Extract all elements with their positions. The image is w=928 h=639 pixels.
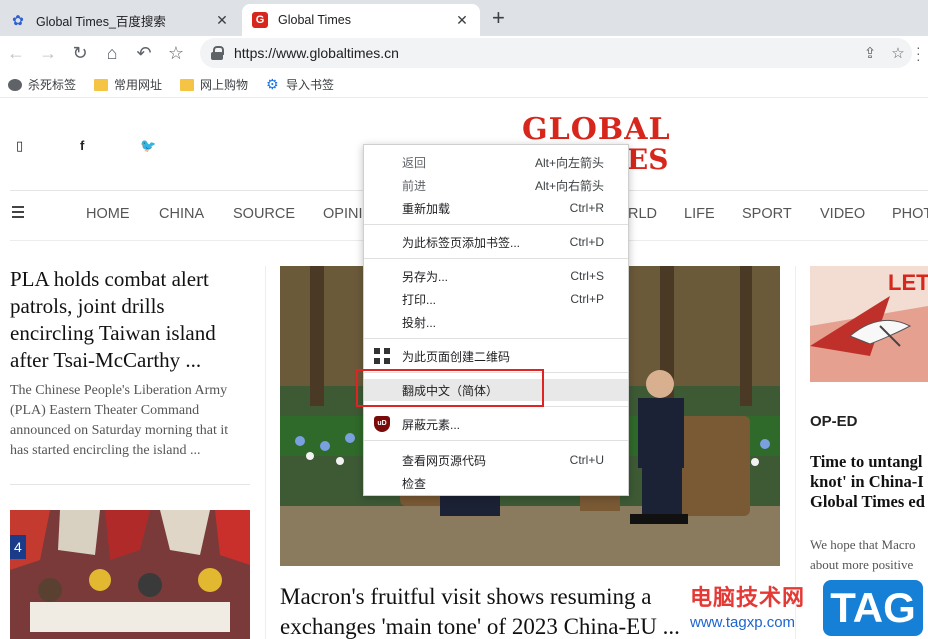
- menu-item-back[interactable]: 返回 Alt+向左箭头: [364, 151, 628, 173]
- lead-summary: The Chinese People's Liberation Army (PL…: [10, 383, 229, 458]
- svg-text:4: 4: [14, 539, 22, 555]
- tab-title: Global Times: [278, 13, 351, 27]
- bookmark-star-icon[interactable]: ☆: [884, 44, 912, 62]
- tab-strip: ✿ Global Times_百度搜索 ✕ G Global Times ✕ +: [0, 0, 928, 36]
- lead-headline[interactable]: PLA holds combat alert patrols, joint dr…: [10, 266, 250, 374]
- share-icon[interactable]: ⇪: [856, 44, 884, 62]
- bookmark-label: 常用网址: [114, 78, 163, 92]
- watermark: 电脑技术网 www.tagxp.com TAG: [690, 578, 928, 639]
- nav-world[interactable]: RLD: [628, 206, 657, 222]
- highlight-box: [356, 369, 544, 407]
- op-ed-banner[interactable]: LET: [810, 266, 928, 382]
- banner-text: LET: [888, 270, 928, 295]
- gear-icon: ⚙: [266, 76, 279, 92]
- tag-logo: TAG: [823, 580, 923, 636]
- hamburger-menu-icon[interactable]: [12, 206, 24, 221]
- ublock-icon: uD: [374, 416, 390, 432]
- menu-item-block-element[interactable]: uD 屏蔽元素...: [364, 413, 628, 435]
- menu-item-bookmark-tab[interactable]: 为此标签页添加书签... Ctrl+D: [364, 231, 628, 253]
- bookmark-folder[interactable]: 网上购物: [180, 76, 248, 93]
- nav-china[interactable]: CHINA: [159, 206, 204, 222]
- lock-icon[interactable]: [210, 46, 224, 60]
- nav-sport[interactable]: SPORT: [742, 206, 792, 222]
- menu-separator: [364, 338, 628, 339]
- bookmarks-bar: 杀死标签 常用网址 网上购物 ⚙ 导入书签: [0, 72, 928, 98]
- qr-code-icon: [374, 348, 390, 364]
- globe-icon: [8, 78, 22, 91]
- tab-globaltimes[interactable]: G Global Times ✕: [242, 4, 480, 36]
- address-bar[interactable]: https://www.globaltimes.cn ⇪ ☆: [200, 38, 912, 68]
- menu-separator: [364, 440, 628, 441]
- protest-photo[interactable]: 4: [10, 510, 250, 639]
- menu-item-save-as[interactable]: 另存为... Ctrl+S: [364, 265, 628, 287]
- divider: [10, 484, 250, 485]
- mobile-icon[interactable]: ▯: [16, 138, 23, 154]
- toolbar: ← → ↻ ⌂ ↶ ☆ https://www.globaltimes.cn ⇪…: [0, 36, 928, 70]
- browser-menu-icon[interactable]: · · ·: [916, 40, 921, 66]
- nav-life[interactable]: LIFE: [684, 206, 715, 222]
- op-ed-headline[interactable]: Time to untangl knot' in China-I Global …: [810, 452, 928, 512]
- bookmark-folder[interactable]: 常用网址: [94, 76, 162, 93]
- divider: [265, 266, 266, 639]
- menu-separator: [364, 258, 628, 259]
- op-ed-summary: We hope that Macro about more positive: [810, 537, 916, 572]
- globaltimes-g-icon: G: [252, 12, 268, 28]
- nav-home[interactable]: HOME: [86, 206, 130, 222]
- browser-window: ✿ Global Times_百度搜索 ✕ G Global Times ✕ +…: [0, 0, 928, 639]
- bookmark-label: 杀死标签: [28, 78, 77, 92]
- nav-opinion[interactable]: OPINI: [323, 206, 362, 222]
- star-bookmark-icon[interactable]: ☆: [164, 41, 188, 65]
- baidu-paw-icon: ✿: [12, 11, 24, 28]
- nav-source[interactable]: SOURCE: [233, 206, 295, 222]
- tab-title: Global Times_百度搜索: [36, 14, 166, 29]
- menu-item-view-source[interactable]: 查看网页源代码 Ctrl+U: [364, 449, 628, 471]
- menu-item-forward[interactable]: 前进 Alt+向右箭头: [364, 174, 628, 196]
- bookmark-label: 网上购物: [200, 78, 249, 92]
- close-tab-icon[interactable]: ✕: [454, 12, 470, 29]
- op-ed-section-label[interactable]: OP-ED: [810, 413, 858, 430]
- import-bookmarks[interactable]: ⚙ 导入书签: [266, 76, 334, 93]
- menu-item-print[interactable]: 打印... Ctrl+P: [364, 288, 628, 310]
- folder-icon: [180, 78, 195, 91]
- context-menu: 返回 Alt+向左箭头 前进 Alt+向右箭头 重新加载 Ctrl+R 为此标签…: [363, 144, 629, 496]
- reload-icon[interactable]: ↻: [68, 41, 92, 65]
- menu-separator: [364, 224, 628, 225]
- twitter-icon[interactable]: 🐦: [140, 138, 156, 154]
- menu-item-inspect[interactable]: 检查: [364, 472, 628, 494]
- undo-icon[interactable]: ↶: [132, 41, 156, 65]
- nav-video[interactable]: VIDEO: [820, 206, 865, 222]
- nav-photo[interactable]: PHOT: [892, 206, 928, 222]
- forward-arrow-icon[interactable]: →: [36, 41, 60, 65]
- bookmark-label: 导入书签: [286, 78, 335, 92]
- facebook-icon[interactable]: f: [80, 138, 84, 153]
- close-tab-icon[interactable]: ✕: [214, 12, 230, 29]
- new-tab-button[interactable]: +: [492, 6, 505, 30]
- back-arrow-icon[interactable]: ←: [4, 41, 28, 65]
- menu-item-qr-code[interactable]: 为此页面创建二维码: [364, 345, 628, 367]
- url-text[interactable]: https://www.globaltimes.cn: [234, 45, 856, 61]
- home-icon[interactable]: ⌂: [100, 41, 124, 65]
- menu-item-cast[interactable]: 投射...: [364, 311, 628, 333]
- folder-icon: [94, 78, 109, 91]
- menu-item-reload[interactable]: 重新加载 Ctrl+R: [364, 197, 628, 219]
- bookmark-item[interactable]: 杀死标签: [8, 76, 76, 93]
- tab-baidu[interactable]: ✿ Global Times_百度搜索 ✕: [0, 4, 240, 36]
